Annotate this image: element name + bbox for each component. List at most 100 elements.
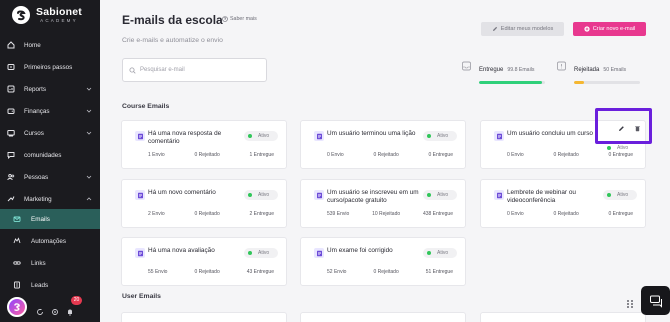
email-card-stats: 0 Envio 0 Rejeitado 0 Entregue: [327, 152, 453, 158]
brand-logo[interactable]: Sabionet ACADEMY: [12, 6, 82, 24]
status-label: Ativo: [258, 250, 270, 256]
create-email-label: Criar novo e-mail: [592, 26, 636, 32]
sidebar-item-cursos[interactable]: Cursos: [0, 123, 100, 143]
drag-handle-icon[interactable]: [626, 296, 634, 308]
email-card-stats: 52 Envio 0 Rejeitado 51 Entregue: [327, 269, 453, 275]
email-card[interactable]: Um usuário terminou uma lição Ativo 0 En…: [300, 120, 466, 169]
status-dot: [248, 251, 252, 255]
search-input[interactable]: Pesquisar e-mail: [122, 58, 267, 82]
status-badge[interactable]: Ativo: [244, 248, 278, 258]
email-card-title: Lembrete de webinar ou videoconferência: [507, 189, 576, 204]
automation-icon: [12, 237, 21, 246]
stat-rejected-fill: [574, 81, 584, 84]
create-email-button[interactable]: Criar novo e-mail: [573, 22, 646, 36]
inbox-icon: [462, 58, 471, 71]
wallet-icon: [6, 107, 15, 116]
sent-count: 0 Envio: [507, 152, 524, 158]
stat-rejected-value: 50 Emails: [603, 67, 627, 73]
rejected-count: 0 Rejeitado: [373, 152, 399, 158]
home-icon: [6, 41, 15, 50]
email-template-icon: [135, 248, 145, 258]
course-icon: [6, 129, 15, 138]
email-card[interactable]: Um usuário se inscreveu em um curso/paco…: [300, 179, 466, 228]
status-badge[interactable]: Ativo: [423, 131, 457, 141]
sidebar-item-automacoes[interactable]: Automações: [0, 231, 100, 251]
sent-count: 2 Envio: [148, 211, 165, 217]
sidebar-item-label: Marketing: [24, 195, 52, 203]
plus-circle-icon: [584, 26, 590, 32]
gear-icon[interactable]: [51, 303, 59, 315]
edit-email-button[interactable]: [616, 123, 626, 133]
stat-delivered-label: Entregue: [479, 67, 504, 73]
sabionet-logo-icon: [12, 6, 30, 24]
email-card[interactable]: Há uma nova resposta de comentário Ativo…: [121, 120, 287, 169]
email-card-stats: 0 Envio 0 Rejeitado 0 Entregue: [507, 152, 633, 158]
email-card[interactable]: Lembrete de webinar ou videoconferência …: [480, 179, 646, 228]
email-template-icon: [494, 131, 504, 141]
rejected-count: 0 Rejeitado: [194, 152, 220, 158]
email-template-icon: [494, 190, 504, 200]
email-card-title: Um usuário concluiu um curso: [507, 130, 593, 137]
status-badge[interactable]: Ativo: [603, 190, 637, 200]
sidebar-item-primeiros-passos[interactable]: Primeiros passos: [0, 57, 100, 77]
sidebar-item-links[interactable]: Links: [0, 253, 100, 273]
status-badge[interactable]: Ativo: [423, 190, 457, 200]
sidebar-item-comunidades[interactable]: comunidades: [0, 145, 100, 165]
help-link[interactable]: Saber mais: [222, 16, 257, 22]
sent-count: 539 Envio: [327, 211, 350, 217]
email-card[interactable]: Um exame foi corrigido Ativo 52 Envio 0 …: [300, 237, 466, 286]
email-card-title: Há um novo comentário: [148, 189, 216, 196]
brand-name: Sabionet: [36, 6, 82, 18]
status-badge[interactable]: Ativo: [244, 190, 278, 200]
delivered-count: 43 Entregue: [246, 269, 274, 275]
sidebar-item-marketing[interactable]: Marketing: [0, 189, 100, 209]
edit-templates-label: Editar meus modelos: [500, 26, 554, 32]
search-placeholder: Pesquisar e-mail: [140, 67, 185, 73]
sidebar-item-pessoas[interactable]: Pessoas: [0, 167, 100, 187]
email-card[interactable]: [121, 312, 287, 322]
sidebar-item-label: Emails: [31, 215, 50, 223]
email-card[interactable]: [300, 312, 466, 322]
sidebar-item-emails[interactable]: Emails: [0, 209, 100, 229]
status-label: Ativo: [617, 145, 629, 151]
sidebar-item-financas[interactable]: Finanças: [0, 101, 100, 121]
email-card[interactable]: [480, 312, 646, 322]
sidebar-item-label: Primeiros passos: [24, 63, 73, 71]
status-badge[interactable]: Ativo: [244, 131, 278, 141]
status-dot: [607, 193, 611, 197]
delivered-count: 0 Entregue: [608, 211, 633, 217]
edit-templates-button[interactable]: Editar meus modelos: [481, 22, 564, 36]
email-card-title: Um usuário terminou uma lição: [327, 130, 416, 137]
delete-email-button[interactable]: [632, 123, 642, 133]
delivered-count: 2 Entregue: [249, 211, 274, 217]
mail-icon: [12, 215, 21, 224]
rejected-count: 0 Rejeitado: [194, 269, 220, 275]
stat-delivered-fill: [479, 81, 542, 84]
status-label: Ativo: [437, 133, 449, 139]
sidebar-item-leads[interactable]: Leads: [0, 275, 100, 295]
megaphone-icon: [6, 195, 15, 204]
refresh-icon[interactable]: [36, 303, 44, 315]
status-dot: [248, 134, 252, 138]
chart-icon: [6, 85, 15, 94]
sidebar-item-label: Reports: [24, 85, 47, 93]
email-template-icon: [314, 190, 324, 200]
email-card[interactable]: Há um novo comentário Ativo 2 Envio 0 Re…: [121, 179, 287, 228]
chat-bubble-icon: [649, 295, 662, 308]
sidebar-item-home[interactable]: Home: [0, 35, 100, 55]
avatar[interactable]: [7, 297, 27, 317]
status-dot: [427, 134, 431, 138]
delivered-count: 1 Entregue: [249, 152, 274, 158]
support-chat-button[interactable]: [641, 286, 670, 315]
status-label: Ativo: [617, 192, 629, 198]
email-card-title: Há uma nova avaliação: [148, 247, 215, 254]
sidebar-item-label: Automações: [31, 237, 67, 245]
status-label: Ativo: [437, 250, 449, 256]
sidebar-item-reports[interactable]: Reports: [0, 79, 100, 99]
rejected-count: 0 Rejeitado: [373, 269, 399, 275]
status-dot: [248, 193, 252, 197]
status-badge[interactable]: Ativo: [423, 248, 457, 258]
email-card[interactable]: Há uma nova avaliação Ativo 55 Envio 0 R…: [121, 237, 287, 286]
email-card-stats: 2 Envio 0 Rejeitado 2 Entregue: [148, 211, 274, 217]
sidebar-item-label: Leads: [31, 281, 49, 289]
